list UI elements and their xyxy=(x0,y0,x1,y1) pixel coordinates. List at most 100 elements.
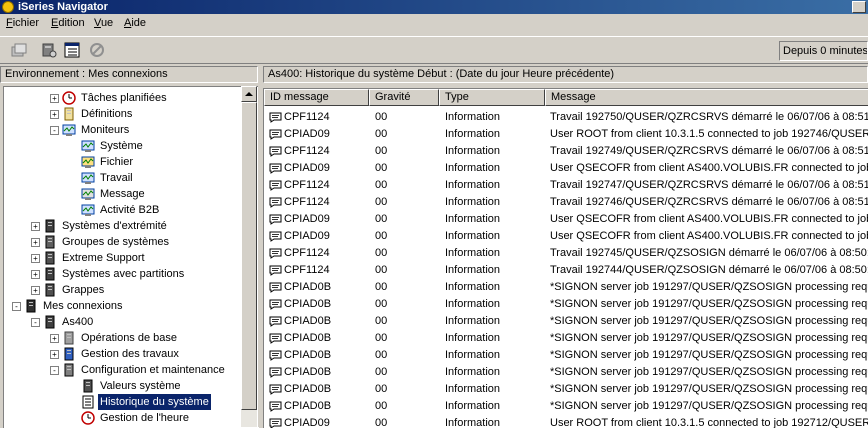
tree-item-systeme[interactable]: Système xyxy=(4,138,242,154)
tree-view-icon[interactable] xyxy=(63,41,81,59)
table-row[interactable]: CPIAD09 00 Information User ROOT from clien… xyxy=(264,415,868,428)
table-row[interactable]: CPIAD0B 00 Information *SIGNON server job 1… xyxy=(264,313,868,330)
scroll-thumb[interactable] xyxy=(241,102,257,410)
network-icon[interactable] xyxy=(40,41,58,59)
menu-vue[interactable]: Vue xyxy=(94,17,113,29)
table-row[interactable]: CPF1124 00 Information Travail 192747/QUSER… xyxy=(264,177,868,194)
message-icon xyxy=(269,146,282,157)
column-header-id[interactable]: ID message xyxy=(264,89,369,106)
collapse-toggle[interactable]: - xyxy=(31,318,40,327)
expand-toggle[interactable]: + xyxy=(50,334,59,343)
message-icon xyxy=(269,197,282,208)
cell-type: Information xyxy=(445,196,501,208)
table-row[interactable]: CPF1124 00 Information Travail 192750/QUSER… xyxy=(264,109,868,126)
properties-icon[interactable] xyxy=(10,41,28,59)
column-header-type[interactable]: Type xyxy=(439,89,545,106)
collapse-toggle[interactable]: - xyxy=(12,302,21,311)
tree-item-grappes[interactable]: + Grappes xyxy=(4,282,242,298)
table-row[interactable]: CPIAD0B 00 Information *SIGNON server job 1… xyxy=(264,364,868,381)
table-row[interactable]: CPF1124 00 Information Travail 192745/QUSER… xyxy=(264,245,868,262)
tree-item-label: Groupes de systèmes xyxy=(62,236,169,248)
table-row[interactable]: CPF1124 00 Information Travail 192746/QUSER… xyxy=(264,194,868,211)
system-group-icon xyxy=(45,235,55,249)
tree-item-systemes-partitions[interactable]: + Systèmes avec partitions xyxy=(4,266,242,282)
table-row[interactable]: CPIAD0B 00 Information *SIGNON server job 1… xyxy=(264,330,868,347)
cell-gravite: 00 xyxy=(375,230,388,242)
table-row[interactable]: CPIAD0B 00 Information *SIGNON server job 1… xyxy=(264,347,868,364)
table-row[interactable]: CPIAD0B 00 Information *SIGNON server job 1… xyxy=(264,398,868,415)
table-row[interactable]: CPF1124 00 Information Travail 192749/QUSER… xyxy=(264,143,868,160)
tree-item-label: As400 xyxy=(62,316,94,328)
table-row[interactable]: CPIAD09 00 Information User ROOT from clien… xyxy=(264,126,868,143)
scroll-up-button[interactable] xyxy=(241,86,257,102)
tree-item-definitions[interactable]: + Définitions xyxy=(4,106,242,122)
table-row[interactable]: CPIAD0B 00 Information *SIGNON server job 1… xyxy=(264,296,868,313)
tree-item-operations-base[interactable]: + Opérations de base xyxy=(4,330,242,346)
cell-type: Information xyxy=(445,383,501,395)
table-row[interactable]: CPF1124 00 Information Travail 192744/QUSER… xyxy=(264,262,868,279)
tree-item-as400[interactable]: - As400 xyxy=(4,314,242,330)
tree-item-systemes-extremite[interactable]: + Systèmes d'extrémité xyxy=(4,218,242,234)
menu-fichier[interactable]: Fichier xyxy=(6,17,39,29)
expand-toggle[interactable]: + xyxy=(31,222,40,231)
tree-item-gestion-travaux[interactable]: + Gestion des travaux xyxy=(4,346,242,362)
cell-message: *SIGNON server job 191297/QUSER/QZSOSIGN… xyxy=(550,349,868,361)
message-icon xyxy=(269,214,282,225)
stop-icon[interactable] xyxy=(88,41,106,59)
table-row[interactable]: CPIAD09 00 Information User QSECOFR from cl… xyxy=(264,228,868,245)
tree-item-historique-systeme[interactable]: Historique du système xyxy=(4,394,242,410)
column-header-gravite[interactable]: Gravité xyxy=(369,89,439,106)
cluster-icon xyxy=(45,283,55,297)
table-row[interactable]: CPIAD0B 00 Information *SIGNON server job 1… xyxy=(264,279,868,296)
expand-toggle[interactable]: + xyxy=(31,286,40,295)
tree-item-taches-planifiees[interactable]: + Tâches planifiées xyxy=(4,90,242,106)
expand-toggle[interactable]: + xyxy=(50,94,59,103)
collapse-toggle[interactable]: - xyxy=(50,366,59,375)
message-icon xyxy=(269,367,282,378)
tree-item-label: Grappes xyxy=(62,284,105,296)
expand-toggle[interactable]: + xyxy=(31,270,40,279)
tree-scrollbar[interactable] xyxy=(241,86,257,427)
menu-aide[interactable]: Aide xyxy=(124,17,146,29)
cell-gravite: 00 xyxy=(375,417,388,428)
table-row[interactable]: CPIAD09 00 Information User QSECOFR from cl… xyxy=(264,160,868,177)
column-header-message[interactable]: Message xyxy=(545,89,868,106)
tree-item-label: Systèmes d'extrémité xyxy=(62,220,167,232)
tree-item-gestion-heure[interactable]: Gestion de l'heure xyxy=(4,410,242,426)
collapse-toggle[interactable]: - xyxy=(50,126,59,135)
monitor-message-icon xyxy=(81,188,95,200)
expand-toggle[interactable]: + xyxy=(31,238,40,247)
tree-item-mes-connexions[interactable]: - Mes connexions xyxy=(4,298,242,314)
tree-item-configuration-maintenance[interactable]: - Configuration et maintenance xyxy=(4,362,242,378)
navigation-tree: + Tâches planifiées + Définitions - Moniteurs… xyxy=(3,86,259,428)
tree-item-groupes-systemes[interactable]: + Groupes de systèmes xyxy=(4,234,242,250)
menu-edition[interactable]: Edition xyxy=(51,17,85,29)
monitor-file-icon xyxy=(81,156,95,168)
tree-item-moniteurs[interactable]: - Moniteurs xyxy=(4,122,242,138)
tree-item-message[interactable]: Message xyxy=(4,186,242,202)
message-icon xyxy=(269,129,282,140)
tree-item-fichier[interactable]: Fichier xyxy=(4,154,242,170)
tree-item-activite-b2b[interactable]: Activité B2B xyxy=(4,202,242,218)
cell-gravite: 00 xyxy=(375,196,388,208)
cell-message: *SIGNON server job 191297/QUSER/QZSOSIGN… xyxy=(550,298,868,310)
restore-button[interactable] xyxy=(852,1,866,13)
table-row[interactable]: CPIAD09 00 Information User QSECOFR from cl… xyxy=(264,211,868,228)
partition-icon xyxy=(45,267,55,281)
expand-toggle[interactable]: + xyxy=(50,350,59,359)
expand-toggle[interactable]: + xyxy=(31,254,40,263)
tree-item-travail[interactable]: Travail xyxy=(4,170,242,186)
table-row[interactable]: CPIAD0B 00 Information *SIGNON server job 1… xyxy=(264,381,868,398)
tree-item-extreme-support[interactable]: + Extreme Support xyxy=(4,250,242,266)
cell-gravite: 00 xyxy=(375,162,388,174)
cell-gravite: 00 xyxy=(375,128,388,140)
cell-gravite: 00 xyxy=(375,315,388,327)
tree-item-valeurs-systeme[interactable]: Valeurs système xyxy=(4,378,242,394)
basic-operations-icon xyxy=(64,331,74,345)
expand-toggle[interactable]: + xyxy=(50,110,59,119)
monitor-icon xyxy=(81,140,95,152)
cell-gravite: 00 xyxy=(375,383,388,395)
tree-item-label: Mes connexions xyxy=(43,300,123,312)
cell-type: Information xyxy=(445,264,501,276)
cell-type: Information xyxy=(445,400,501,412)
